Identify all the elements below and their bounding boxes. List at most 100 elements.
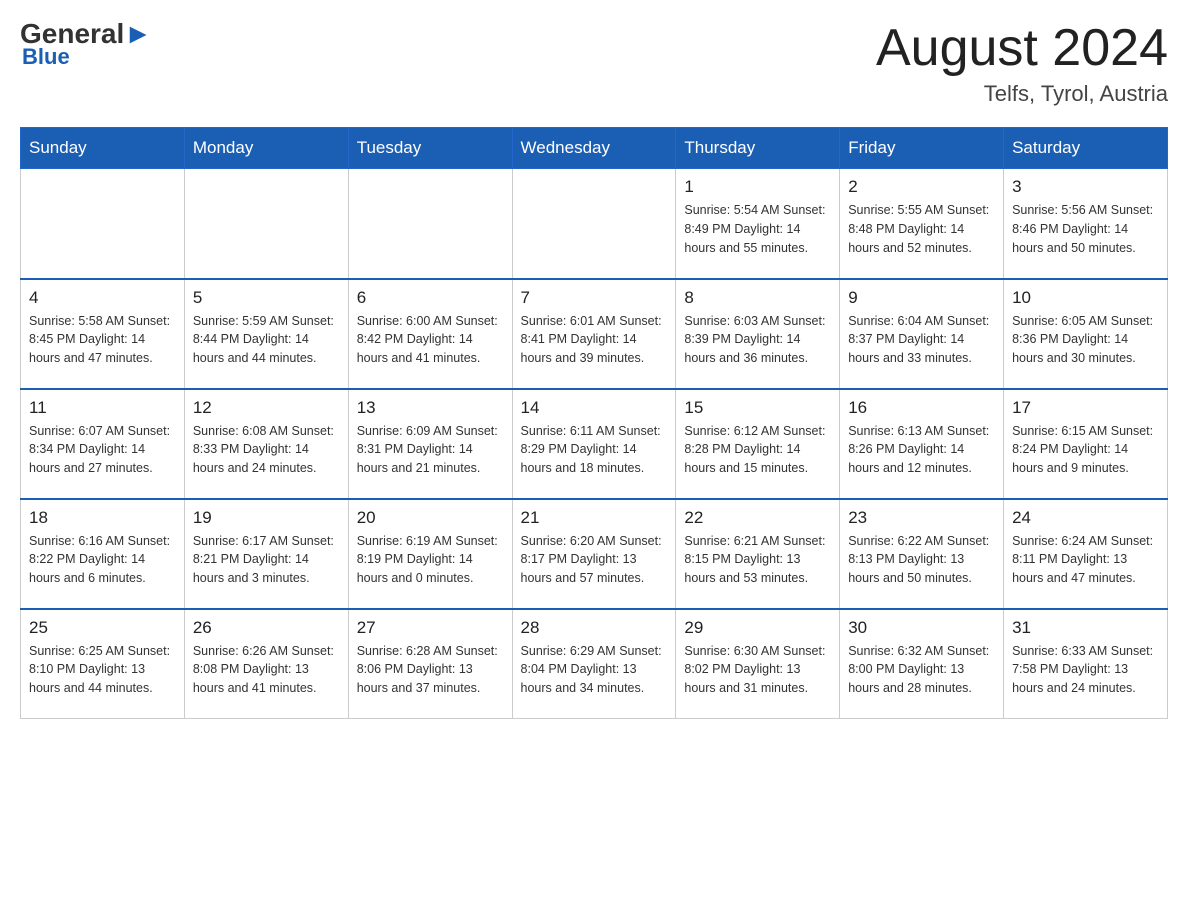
table-row: 24 Sunrise: 6:24 AM Sunset: 8:11 PM Dayli…: [1004, 499, 1168, 609]
logo-triangle-icon: ►: [124, 18, 152, 49]
table-row: 30Sunrise: 6:32 AM Sunset: 8:00 PM Dayli…: [840, 609, 1004, 719]
title-block: August 2024 Telfs, Tyrol, Austria: [876, 20, 1168, 107]
day-info: Sunrise: 5:58 AM Sunset: 8:45 PM Dayligh…: [29, 312, 176, 368]
day-info: Sunrise: 6:08 AM Sunset: 8:33 PM Dayligh…: [193, 422, 340, 478]
day-info: Sunrise: 6:20 AM Sunset: 8:17 PM Dayligh…: [521, 532, 668, 588]
col-friday: Friday: [840, 128, 1004, 169]
table-row: 25 Sunrise: 6:25 AM Sunset: 8:10 PM Dayli…: [21, 609, 185, 719]
day-number: 5: [193, 288, 340, 308]
day-number: 23: [848, 508, 995, 528]
table-row: 12 Sunrise: 6:08 AM Sunset: 8:33 PM Dayli…: [184, 389, 348, 499]
table-row: 31 Sunrise: 6:33 AM Sunset: 7:58 PM Dayli…: [1004, 609, 1168, 719]
day-number: 12: [193, 398, 340, 418]
day-info: Sunrise: 6:09 AM Sunset: 8:31 PM Dayligh…: [357, 422, 504, 478]
table-row: 14 Sunrise: 6:11 AM Sunset: 8:29 PM Dayli…: [512, 389, 676, 499]
location-title: Telfs, Tyrol, Austria: [876, 81, 1168, 107]
calendar-table: Sunday Monday Tuesday Wednesday Thursday…: [20, 127, 1168, 719]
table-row: 7 Sunrise: 6:01 AM Sunset: 8:41 PM Daylig…: [512, 279, 676, 389]
calendar-week-row: 1Sunrise: 5:54 AM Sunset: 8:49 PM Daylig…: [21, 169, 1168, 279]
col-thursday: Thursday: [676, 128, 840, 169]
col-tuesday: Tuesday: [348, 128, 512, 169]
day-info: Sunrise: 6:01 AM Sunset: 8:41 PM Dayligh…: [521, 312, 668, 368]
table-row: 8Sunrise: 6:03 AM Sunset: 8:39 PM Daylig…: [676, 279, 840, 389]
day-number: 11: [29, 398, 176, 418]
day-info: Sunrise: 6:26 AM Sunset: 8:08 PM Dayligh…: [193, 642, 340, 698]
table-row: [184, 169, 348, 279]
table-row: 6Sunrise: 6:00 AM Sunset: 8:42 PM Daylig…: [348, 279, 512, 389]
day-number: 17: [1012, 398, 1159, 418]
table-row: 27 Sunrise: 6:28 AM Sunset: 8:06 PM Dayli…: [348, 609, 512, 719]
day-info: Sunrise: 6:29 AM Sunset: 8:04 PM Dayligh…: [521, 642, 668, 698]
day-info: Sunrise: 6:05 AM Sunset: 8:36 PM Dayligh…: [1012, 312, 1159, 368]
table-row: 16Sunrise: 6:13 AM Sunset: 8:26 PM Dayli…: [840, 389, 1004, 499]
table-row: 18 Sunrise: 6:16 AM Sunset: 8:22 PM Dayli…: [21, 499, 185, 609]
day-number: 18: [29, 508, 176, 528]
logo: General► Blue: [20, 20, 152, 70]
table-row: 17 Sunrise: 6:15 AM Sunset: 8:24 PM Dayli…: [1004, 389, 1168, 499]
day-info: Sunrise: 5:56 AM Sunset: 8:46 PM Dayligh…: [1012, 201, 1159, 257]
table-row: 21 Sunrise: 6:20 AM Sunset: 8:17 PM Dayli…: [512, 499, 676, 609]
day-number: 19: [193, 508, 340, 528]
day-info: Sunrise: 6:25 AM Sunset: 8:10 PM Dayligh…: [29, 642, 176, 698]
table-row: 5Sunrise: 5:59 AM Sunset: 8:44 PM Daylig…: [184, 279, 348, 389]
table-row: 13 Sunrise: 6:09 AM Sunset: 8:31 PM Dayli…: [348, 389, 512, 499]
table-row: 11 Sunrise: 6:07 AM Sunset: 8:34 PM Dayli…: [21, 389, 185, 499]
day-info: Sunrise: 6:15 AM Sunset: 8:24 PM Dayligh…: [1012, 422, 1159, 478]
table-row: 2Sunrise: 5:55 AM Sunset: 8:48 PM Daylig…: [840, 169, 1004, 279]
table-row: 20 Sunrise: 6:19 AM Sunset: 8:19 PM Dayli…: [348, 499, 512, 609]
calendar-week-row: 4 Sunrise: 5:58 AM Sunset: 8:45 PM Daylig…: [21, 279, 1168, 389]
day-info: Sunrise: 6:19 AM Sunset: 8:19 PM Dayligh…: [357, 532, 504, 588]
day-number: 29: [684, 618, 831, 638]
col-sunday: Sunday: [21, 128, 185, 169]
day-info: Sunrise: 6:00 AM Sunset: 8:42 PM Dayligh…: [357, 312, 504, 368]
day-number: 9: [848, 288, 995, 308]
day-info: Sunrise: 6:13 AM Sunset: 8:26 PM Dayligh…: [848, 422, 995, 478]
table-row: [348, 169, 512, 279]
table-row: 4 Sunrise: 5:58 AM Sunset: 8:45 PM Daylig…: [21, 279, 185, 389]
day-number: 24: [1012, 508, 1159, 528]
day-number: 3: [1012, 177, 1159, 197]
day-number: 7: [521, 288, 668, 308]
day-info: Sunrise: 6:28 AM Sunset: 8:06 PM Dayligh…: [357, 642, 504, 698]
table-row: 1Sunrise: 5:54 AM Sunset: 8:49 PM Daylig…: [676, 169, 840, 279]
table-row: 22 Sunrise: 6:21 AM Sunset: 8:15 PM Dayli…: [676, 499, 840, 609]
table-row: 9 Sunrise: 6:04 AM Sunset: 8:37 PM Daylig…: [840, 279, 1004, 389]
calendar-week-row: 18 Sunrise: 6:16 AM Sunset: 8:22 PM Dayli…: [21, 499, 1168, 609]
table-row: 26Sunrise: 6:26 AM Sunset: 8:08 PM Dayli…: [184, 609, 348, 719]
day-number: 25: [29, 618, 176, 638]
table-row: [21, 169, 185, 279]
day-info: Sunrise: 6:33 AM Sunset: 7:58 PM Dayligh…: [1012, 642, 1159, 698]
day-info: Sunrise: 6:04 AM Sunset: 8:37 PM Dayligh…: [848, 312, 995, 368]
day-info: Sunrise: 6:16 AM Sunset: 8:22 PM Dayligh…: [29, 532, 176, 588]
day-info: Sunrise: 6:11 AM Sunset: 8:29 PM Dayligh…: [521, 422, 668, 478]
day-number: 22: [684, 508, 831, 528]
day-info: Sunrise: 6:24 AM Sunset: 8:11 PM Dayligh…: [1012, 532, 1159, 588]
col-monday: Monday: [184, 128, 348, 169]
day-info: Sunrise: 6:22 AM Sunset: 8:13 PM Dayligh…: [848, 532, 995, 588]
day-info: Sunrise: 6:07 AM Sunset: 8:34 PM Dayligh…: [29, 422, 176, 478]
day-number: 14: [521, 398, 668, 418]
calendar-header-row: Sunday Monday Tuesday Wednesday Thursday…: [21, 128, 1168, 169]
table-row: 15Sunrise: 6:12 AM Sunset: 8:28 PM Dayli…: [676, 389, 840, 499]
day-info: Sunrise: 6:21 AM Sunset: 8:15 PM Dayligh…: [684, 532, 831, 588]
table-row: 23 Sunrise: 6:22 AM Sunset: 8:13 PM Dayli…: [840, 499, 1004, 609]
day-number: 20: [357, 508, 504, 528]
day-number: 28: [521, 618, 668, 638]
day-info: Sunrise: 6:32 AM Sunset: 8:00 PM Dayligh…: [848, 642, 995, 698]
day-number: 2: [848, 177, 995, 197]
calendar-week-row: 25 Sunrise: 6:25 AM Sunset: 8:10 PM Dayli…: [21, 609, 1168, 719]
table-row: 10 Sunrise: 6:05 AM Sunset: 8:36 PM Dayli…: [1004, 279, 1168, 389]
day-number: 1: [684, 177, 831, 197]
col-saturday: Saturday: [1004, 128, 1168, 169]
day-info: Sunrise: 6:30 AM Sunset: 8:02 PM Dayligh…: [684, 642, 831, 698]
day-number: 21: [521, 508, 668, 528]
month-title: August 2024: [876, 20, 1168, 77]
col-wednesday: Wednesday: [512, 128, 676, 169]
day-number: 10: [1012, 288, 1159, 308]
day-number: 27: [357, 618, 504, 638]
table-row: 29 Sunrise: 6:30 AM Sunset: 8:02 PM Dayli…: [676, 609, 840, 719]
day-number: 4: [29, 288, 176, 308]
day-number: 31: [1012, 618, 1159, 638]
day-info: Sunrise: 6:17 AM Sunset: 8:21 PM Dayligh…: [193, 532, 340, 588]
day-number: 13: [357, 398, 504, 418]
